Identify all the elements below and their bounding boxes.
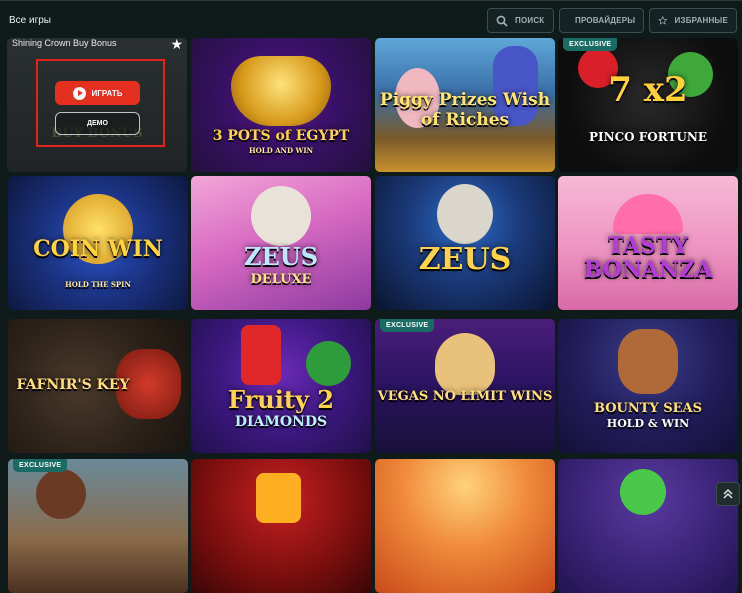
game-title: PINCO FORTUNE [588, 130, 708, 144]
game-subtitle: HOLD AND WIN [248, 146, 313, 155]
top-bar: Все игры ПОИСК ПРОВАЙДЕРЫ ИЗБРАННЫЕ [0, 0, 742, 38]
game-card-tasty-bonanza[interactable]: TASTY BONANZA [558, 176, 738, 310]
demo-label: ДЕМО [87, 120, 108, 127]
game-card-bounty-seas[interactable]: BOUNTY SEAS HOLD & WIN [558, 319, 738, 453]
favorites-label: ИЗБРАННЫЕ [674, 16, 728, 25]
page-title: Все игры [9, 15, 51, 26]
game-card-zeus-deluxe[interactable]: ZEUS DELUXE [191, 176, 371, 310]
game-title: VEGAS NO LIMIT WINS [377, 389, 553, 404]
game-card-zeus[interactable]: ZEUS [375, 176, 555, 310]
monster-image [620, 469, 666, 515]
game-title: FAFNIR'S KEY [16, 377, 130, 393]
play-button[interactable]: ИГРАТЬ [55, 81, 140, 105]
games-grid: BUY BONUS Shining Crown Buy Bonus ★ ИГРА… [0, 38, 742, 593]
game-title: 3 POTS of EGYPT [212, 128, 350, 144]
zeus-image [437, 184, 493, 244]
game-card-pinco-fortune[interactable]: 7 x2 PINCO FORTUNE EXCLUSIVE [558, 38, 738, 172]
play-label: ИГРАТЬ [91, 88, 123, 98]
game-card-piggy-prizes[interactable]: Piggy Prizes Wish of Riches [375, 38, 555, 172]
game-subtitle: HOLD THE SPIN [65, 280, 131, 289]
search-icon [496, 15, 508, 27]
pirate-image [618, 329, 678, 394]
game-subtitle: HOLD & WIN [606, 417, 690, 430]
double-chevron-up-icon [723, 488, 733, 499]
game-card-fafnirs-key[interactable]: FAFNIR'S KEY [8, 319, 188, 453]
game-card-vegas-no-limit-wins[interactable]: VEGAS NO LIMIT WINS EXCLUSIVE [375, 319, 555, 453]
game-title: COIN WIN [33, 236, 163, 262]
exclusive-badge: EXCLUSIVE [13, 459, 68, 472]
watermelon-image [306, 341, 351, 386]
search-label: ПОИСК [515, 16, 545, 25]
game-subtitle: DELUXE [250, 272, 312, 287]
play-icon [72, 86, 86, 100]
favorite-star-icon[interactable]: ★ [170, 38, 183, 53]
exclusive-badge: EXCLUSIVE [380, 319, 435, 332]
game-card-3-pots-of-egypt[interactable]: 3 POTS of EGYPT HOLD AND WIN [191, 38, 371, 172]
zeus-image [251, 186, 311, 246]
providers-label: ПРОВАЙДЕРЫ [575, 16, 636, 25]
game-title: Fruity 2 [228, 385, 334, 414]
game-card-row4-1[interactable]: EXCLUSIVE [8, 459, 188, 593]
favorites-button[interactable]: ИЗБРАННЫЕ [649, 8, 737, 33]
game-card-row4-2[interactable] [191, 459, 371, 593]
game-card-coin-win[interactable]: COIN WIN HOLD THE SPIN [8, 176, 188, 310]
game-subtitle: DIAMONDS [234, 414, 328, 430]
seven-image [256, 473, 301, 523]
scroll-to-top-button[interactable] [716, 482, 740, 506]
game-title: BOUNTY SEAS [593, 401, 703, 416]
gold-pot-image [231, 56, 331, 126]
game-title: TASTY BONANZA [583, 233, 713, 283]
exclusive-badge: EXCLUSIVE [563, 38, 618, 51]
woman-image [435, 333, 495, 395]
character-image [36, 469, 86, 519]
game-card-title: Shining Crown Buy Bonus [12, 38, 117, 48]
game-card-fruity-2-diamonds[interactable]: Fruity 2 DIAMONDS [191, 319, 371, 453]
game-card-row4-4[interactable] [558, 459, 738, 593]
seven-image [241, 325, 281, 385]
game-title: Piggy Prizes Wish of Riches [379, 90, 551, 130]
game-title: ZEUS [243, 242, 319, 271]
demo-button[interactable]: ДЕМО [55, 112, 140, 135]
star-outline-icon [658, 15, 668, 25]
game-title: ZEUS [418, 242, 512, 277]
search-button[interactable]: ПОИСК [487, 8, 554, 33]
game-card-hovered[interactable]: BUY BONUS Shining Crown Buy Bonus ★ ИГРА… [7, 38, 187, 172]
providers-button[interactable]: ПРОВАЙДЕРЫ [559, 8, 644, 33]
game-card-row4-3[interactable] [375, 459, 555, 593]
game-subtitle: 7 x2 [608, 70, 688, 110]
